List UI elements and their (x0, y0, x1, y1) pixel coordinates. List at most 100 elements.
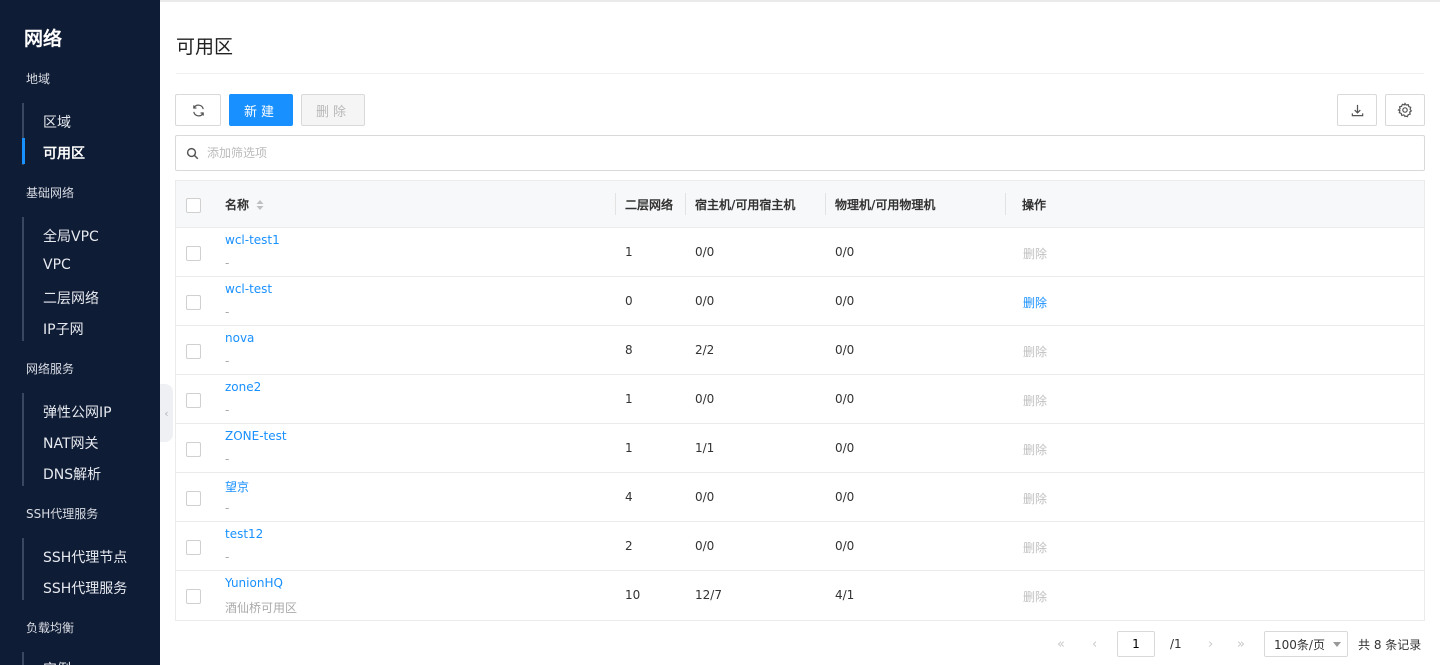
l2-network-count: 10 (625, 588, 641, 602)
zone-name-link[interactable]: wcl-test (225, 282, 272, 296)
host-count: 0/0 (695, 392, 715, 406)
filter-input[interactable] (207, 146, 607, 160)
sidebar-group-ssh-proxy: SSH代理服务 (26, 507, 99, 521)
sidebar-item-ip-subnet[interactable]: IP子网 (43, 319, 84, 339)
baremetal-count: 0/0 (835, 294, 855, 308)
host-count: 2/2 (695, 343, 715, 357)
sidebar-item-zone[interactable]: 可用区 (43, 143, 85, 163)
row-delete-action[interactable]: 删除 (1023, 392, 1047, 409)
column-header-l2-network: 二层网络 (625, 198, 674, 212)
table-row: 望京 - 4 0/0 0/0 删除 (176, 473, 1424, 522)
sidebar-group-load-balancer: 负载均衡 (26, 621, 75, 635)
l2-network-count: 2 (625, 539, 633, 553)
page-size-select[interactable]: 100条/页 (1264, 631, 1348, 657)
delete-button[interactable]: 删除 (301, 94, 365, 126)
title-divider (176, 73, 1424, 74)
baremetal-count: 0/0 (835, 392, 855, 406)
zone-table: 名称 二层网络 宿主机/可用宿主机 物理机/可用物理机 操作 wcl-test1… (175, 180, 1425, 621)
row-delete-action[interactable]: 删除 (1023, 294, 1047, 311)
sidebar-item-lb-instance[interactable]: 实例 (43, 659, 71, 665)
row-checkbox[interactable] (186, 589, 201, 604)
sidebar-collapse-handle[interactable]: ‹ (160, 384, 173, 442)
host-count: 0/0 (695, 490, 715, 504)
sidebar-active-indicator (22, 138, 25, 164)
sidebar-item-dns[interactable]: DNS解析 (43, 464, 101, 484)
table-row: wcl-test - 0 0/0 0/0 删除 (176, 277, 1424, 326)
row-delete-action[interactable]: 删除 (1023, 588, 1047, 605)
row-delete-action[interactable]: 删除 (1023, 343, 1047, 360)
table-row: test12 - 2 0/0 0/0 删除 (176, 522, 1424, 571)
zone-description: - (225, 256, 230, 270)
next-page-button[interactable]: › (1208, 631, 1213, 657)
row-checkbox[interactable] (186, 442, 201, 457)
table-row: wcl-test1 - 1 0/0 0/0 删除 (176, 228, 1424, 277)
l2-network-count: 1 (625, 245, 633, 259)
baremetal-count: 0/0 (835, 490, 855, 504)
chevron-right-icon: › (1208, 636, 1214, 652)
zone-description: - (225, 452, 230, 466)
page-number-input[interactable] (1117, 631, 1155, 657)
download-button[interactable] (1337, 94, 1377, 126)
first-page-button[interactable]: « (1057, 631, 1065, 657)
filter-bar[interactable] (175, 135, 1425, 171)
baremetal-count: 4/1 (835, 588, 855, 602)
zone-name-link[interactable]: ZONE-test (225, 429, 287, 443)
row-delete-action[interactable]: 删除 (1023, 539, 1047, 556)
sidebar-item-global-vpc[interactable]: 全局VPC (43, 226, 99, 246)
download-icon (1351, 104, 1363, 116)
row-checkbox[interactable] (186, 540, 201, 555)
column-separator (825, 193, 826, 215)
baremetal-count: 0/0 (835, 441, 855, 455)
host-count: 0/0 (695, 539, 715, 553)
column-separator (685, 193, 686, 215)
row-delete-action[interactable]: 删除 (1023, 441, 1047, 458)
zone-name-link[interactable]: 望京 (225, 478, 249, 495)
sidebar-item-vpc[interactable]: VPC (43, 257, 71, 273)
sidebar-group-line (22, 538, 24, 600)
zone-name-link[interactable]: wcl-test1 (225, 233, 280, 247)
column-separator (615, 193, 616, 215)
table-row: YunionHQ 酒仙桥可用区 10 12/7 4/1 删除 (176, 571, 1424, 620)
chevron-left-icon: ‹ (164, 406, 169, 420)
sidebar-title: 网络 (24, 28, 63, 50)
sort-icon (256, 199, 264, 210)
zone-name-link[interactable]: test12 (225, 527, 263, 541)
column-header-label: 名称 (225, 198, 250, 212)
caret-down-icon (1333, 642, 1341, 647)
sidebar-group-line (22, 652, 24, 665)
zone-name-link[interactable]: YunionHQ (225, 576, 283, 590)
page-size-value: 100条/页 (1274, 637, 1325, 652)
row-checkbox[interactable] (186, 344, 201, 359)
row-checkbox[interactable] (186, 491, 201, 506)
column-header-name[interactable]: 名称 (225, 181, 265, 228)
row-delete-action[interactable]: 删除 (1023, 490, 1047, 507)
sidebar-item-region[interactable]: 区域 (43, 112, 71, 132)
sidebar-item-eip[interactable]: 弹性公网IP (43, 402, 112, 422)
zone-description: - (225, 354, 230, 368)
settings-button[interactable] (1385, 94, 1425, 126)
zone-name-link[interactable]: nova (225, 331, 254, 345)
new-button[interactable]: 新建 (229, 94, 293, 126)
last-page-button[interactable]: » (1237, 631, 1245, 657)
refresh-button[interactable] (175, 94, 221, 126)
sidebar-item-nat-gateway[interactable]: NAT网关 (43, 433, 99, 453)
sidebar-item-l2-network[interactable]: 二层网络 (43, 288, 99, 308)
l2-network-count: 4 (625, 490, 633, 504)
row-checkbox[interactable] (186, 246, 201, 261)
row-checkbox[interactable] (186, 295, 201, 310)
sidebar: 网络 地域 区域 可用区 基础网络 全局VPC VPC 二层网络 IP子网 网络… (0, 0, 160, 665)
column-header-baremetal: 物理机/可用物理机 (835, 198, 936, 212)
zone-description: 酒仙桥可用区 (225, 601, 298, 615)
l2-network-count: 1 (625, 441, 633, 455)
zone-name-link[interactable]: zone2 (225, 380, 261, 394)
row-checkbox[interactable] (186, 393, 201, 408)
sidebar-group-basic-network: 基础网络 (26, 186, 75, 200)
sidebar-group-line (22, 217, 24, 341)
l2-network-count: 0 (625, 294, 633, 308)
sidebar-item-ssh-proxy-service[interactable]: SSH代理服务 (43, 578, 127, 598)
select-all-checkbox[interactable] (186, 198, 201, 213)
sidebar-item-ssh-proxy-node[interactable]: SSH代理节点 (43, 547, 127, 567)
l2-network-count: 8 (625, 343, 633, 357)
prev-page-button[interactable]: ‹ (1092, 631, 1097, 657)
row-delete-action[interactable]: 删除 (1023, 245, 1047, 262)
